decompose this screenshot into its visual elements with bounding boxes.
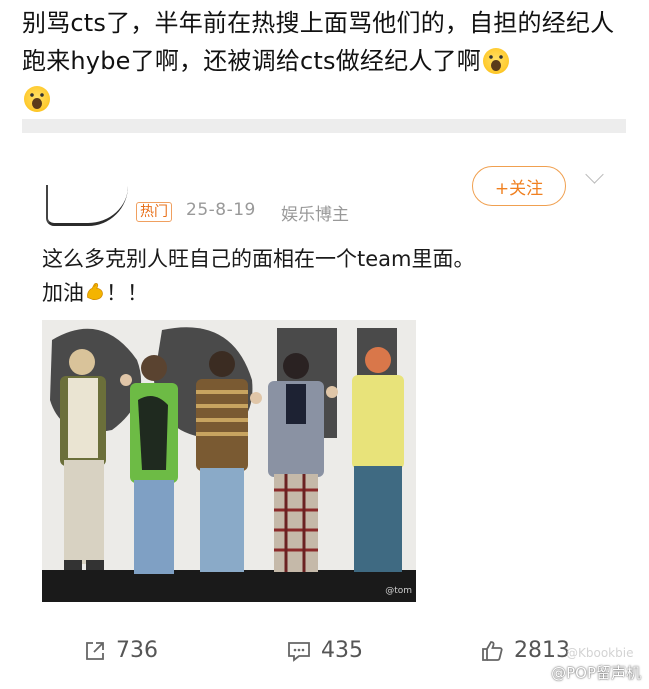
- post-text-line-2-suffix: ！！: [106, 281, 148, 305]
- account-watermark: @POP留声机: [528, 662, 641, 683]
- headline-text: 别骂cts了，半年前在热搜上面骂他们的，自担的经纪人跑来hybe了啊，还被调给c…: [22, 4, 622, 118]
- face-screaming-in-fear-icon: [482, 48, 509, 74]
- comment-bubble-icon: [288, 641, 310, 662]
- avatar-placeholder: [46, 185, 128, 226]
- post-date: 25-8-19: [186, 200, 256, 220]
- account-watermark-text: @POP留声机: [551, 664, 641, 682]
- post-text-line-2-prefix: 加油: [42, 281, 84, 305]
- like-button[interactable]: 2813: [480, 638, 570, 663]
- avatar[interactable]: [46, 185, 128, 226]
- post-body: 这么多克别人旺自己的面相在一个team里面。 加油 ！！: [42, 242, 602, 310]
- hot-tag-badge: 热门: [136, 202, 172, 222]
- group-photo-illustration: [42, 320, 416, 602]
- repost-count: 736: [116, 638, 158, 663]
- overlay-watermark: @Kbookbie: [566, 646, 634, 660]
- post-photo[interactable]: @tom: [42, 320, 416, 602]
- post-text-line-1: 这么多克别人旺自己的面相在一个team里面。: [42, 247, 475, 271]
- post-text-line-2: 加油 ！！: [42, 276, 602, 310]
- headline-body: 别骂cts了，半年前在热搜上面骂他们的，自担的经纪人跑来hybe了啊，还被调给c…: [22, 9, 615, 75]
- like-count: 2813: [514, 638, 570, 663]
- share-out-icon: [86, 641, 104, 660]
- section-divider: [22, 119, 626, 133]
- follow-button[interactable]: +关注: [472, 166, 566, 206]
- photo-watermark: @tom: [385, 586, 412, 596]
- face-screaming-in-fear-icon: [24, 86, 50, 112]
- author-role: 娱乐博主: [281, 205, 349, 225]
- repost-button[interactable]: 736: [84, 638, 158, 663]
- comment-count: 435: [321, 638, 363, 663]
- thumbs-up-icon: [482, 640, 503, 661]
- comment-button[interactable]: 435: [287, 638, 363, 663]
- weibo-logo-icon: [528, 667, 545, 681]
- flexed-biceps-icon: [87, 283, 103, 300]
